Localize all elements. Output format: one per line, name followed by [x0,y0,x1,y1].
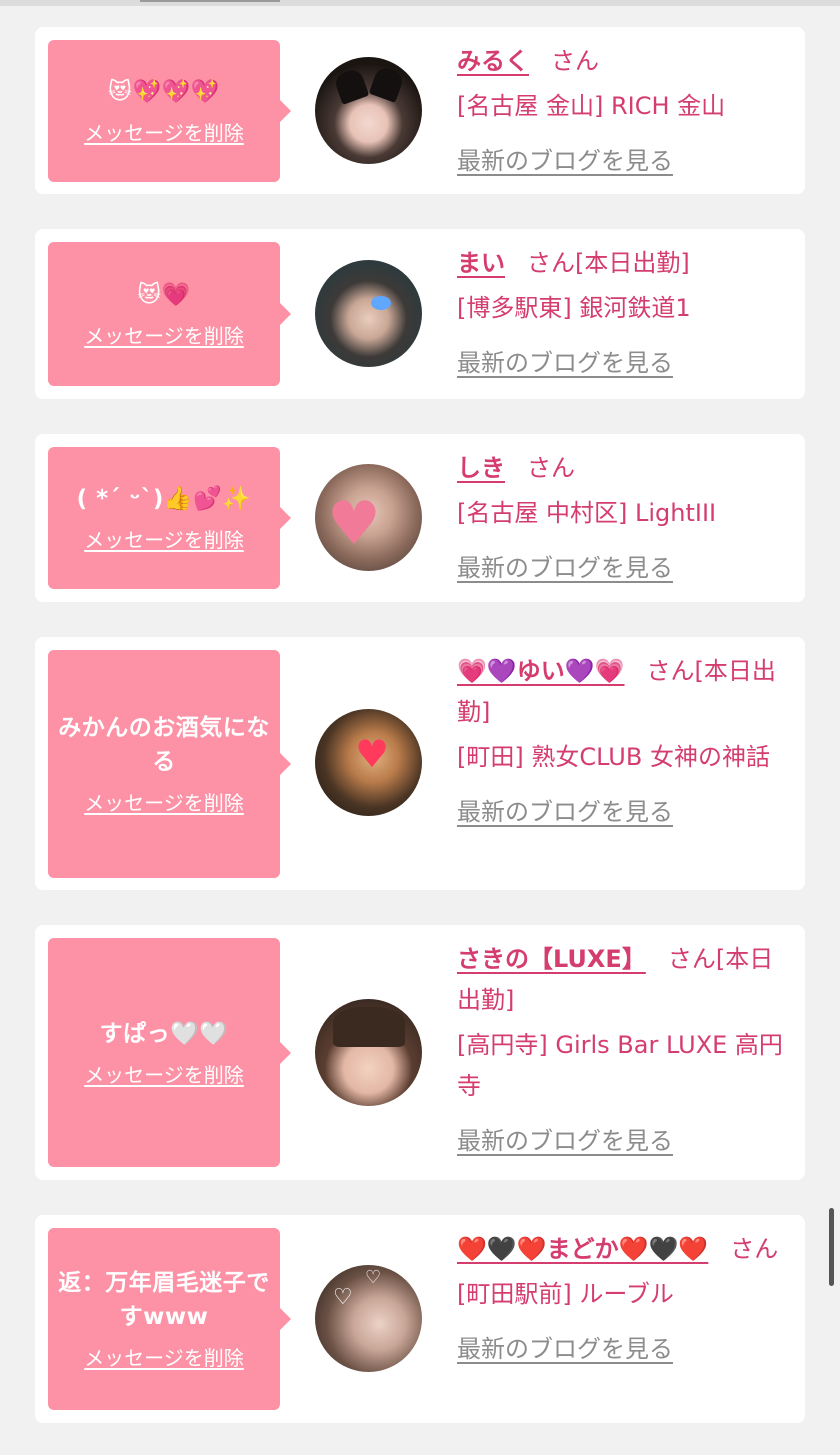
delete-message-link[interactable]: メッセージを削除 [84,322,244,350]
message-text: ( *´ ᵕ`)👍💕✨ [76,486,252,512]
girl-info: まい さん[本日出勤] [博多駅東] 銀河鉄道1 最新のブログを見る [457,243,797,384]
shop-name: [町田駅前] ルーブル [457,1280,674,1308]
honorific: さん [527,454,575,482]
latest-blog-link[interactable]: 最新のブログを見る [457,792,673,833]
latest-blog-link[interactable]: 最新のブログを見る [457,343,673,384]
delete-message-link[interactable]: メッセージを削除 [84,526,244,554]
avatar[interactable] [315,57,422,164]
message-card: 返：万年眉毛迷子ですwww メッセージを削除 ♡ ♡ ❤️🖤❤️まどか❤️🖤❤️… [35,1215,805,1423]
delete-message-link[interactable]: メッセージを削除 [84,1061,244,1089]
message-bubble: 😻💗 メッセージを削除 [48,242,291,386]
message-card: みかんのお酒気になる メッセージを削除 ♥ 💗💜ゆい💜💗 さん[本日出勤] [町田… [35,637,805,890]
girl-name-link[interactable]: しき [457,454,505,482]
shop-name: [博多駅東] 銀河鉄道1 [457,294,691,322]
honorific: さん[本日出勤] [527,249,690,277]
message-text: みかんのお酒気になる [58,715,270,775]
message-bubble: 返：万年眉毛迷子ですwww メッセージを削除 [48,1228,291,1410]
name-line: さきの【LUXE】 さん[本日出勤] [457,939,797,1021]
message-bubble: ( *´ ᵕ`)👍💕✨ メッセージを削除 [48,447,291,589]
girl-info: ❤️🖤❤️まどか❤️🖤❤️ さん [町田駅前] ルーブル 最新のブログを見る [457,1229,797,1370]
shop-name: [名古屋 金山] RICH 金山 [457,92,726,120]
message-card: すぱっ🤍🤍 メッセージを削除 さきの【LUXE】 さん[本日出勤] [高円寺] G… [35,925,805,1180]
message-text: すぱっ🤍🤍 [99,1020,229,1047]
honorific: さん [730,1235,779,1263]
name-line: 💗💜ゆい💜💗 さん[本日出勤] [457,651,797,733]
latest-blog-link[interactable]: 最新のブログを見る [457,141,673,182]
latest-blog-link[interactable]: 最新のブログを見る [457,1121,673,1162]
message-bubble: みかんのお酒気になる メッセージを削除 [48,650,291,878]
latest-blog-link[interactable]: 最新のブログを見る [457,548,673,589]
heart-sticker-icon: ♡ [333,1285,353,1310]
name-line: ❤️🖤❤️まどか❤️🖤❤️ さん [457,1229,797,1270]
girl-name-link[interactable]: 💗💜ゆい💜💗 [457,657,625,685]
avatar[interactable]: ♥ [315,464,422,571]
avatar[interactable] [315,999,422,1106]
girl-info: 💗💜ゆい💜💗 さん[本日出勤] [町田] 熟女CLUB 女神の神話 最新のブログを… [457,651,797,833]
message-bubble: 😻💖💖💖 メッセージを削除 [48,40,291,182]
heart-sticker-icon: ♡ [365,1267,382,1288]
message-card: 😻💗 メッセージを削除 まい さん[本日出勤] [博多駅東] 銀河鉄道1 最新のブ… [35,229,805,399]
shop-name: [高円寺] Girls Bar LUXE 高円寺 [457,1031,783,1100]
name-line: しき さん [457,448,797,489]
heart-sticker-icon: ♥ [355,732,390,776]
heart-sticker-icon: ♥ [327,489,381,559]
girl-name-link[interactable]: まい [457,249,505,277]
message-card: ( *´ ᵕ`)👍💕✨ メッセージを削除 ♥ しき さん [名古屋 中村区] Li… [35,434,805,602]
top-scroll-thumb [140,0,280,2]
avatar[interactable] [315,260,422,367]
shop-name: [町田] 熟女CLUB 女神の神話 [457,743,770,771]
delete-message-link[interactable]: メッセージを削除 [84,119,244,147]
message-text: 😻💗 [137,282,191,308]
message-text: 返：万年眉毛迷子ですwww [58,1270,270,1330]
delete-message-link[interactable]: メッセージを削除 [84,789,244,817]
top-scroll-track [0,0,840,6]
honorific: さん [551,47,599,75]
girl-info: さきの【LUXE】 さん[本日出勤] [高円寺] Girls Bar LUXE 高… [457,939,797,1162]
latest-blog-link[interactable]: 最新のブログを見る [457,1329,673,1370]
girl-name-link[interactable]: さきの【LUXE】 [457,945,646,973]
girl-name-link[interactable]: ❤️🖤❤️まどか❤️🖤❤️ [457,1235,708,1263]
name-line: まい さん[本日出勤] [457,243,797,284]
girl-info: みるく さん [名古屋 金山] RICH 金山 最新のブログを見る [457,41,797,182]
message-bubble: すぱっ🤍🤍 メッセージを削除 [48,938,291,1167]
avatar[interactable]: ♥ [315,709,422,816]
shop-name: [名古屋 中村区] LightIII [457,499,717,527]
delete-message-link[interactable]: メッセージを削除 [84,1344,244,1372]
message-text: 😻💖💖💖 [108,79,220,105]
scrollbar[interactable] [829,1208,834,1286]
girl-info: しき さん [名古屋 中村区] LightIII 最新のブログを見る [457,448,797,589]
avatar[interactable]: ♡ ♡ [315,1265,422,1372]
message-card: 😻💖💖💖 メッセージを削除 みるく さん [名古屋 金山] RICH 金山 最新の… [35,27,805,194]
girl-name-link[interactable]: みるく [457,47,529,75]
name-line: みるく さん [457,41,797,82]
